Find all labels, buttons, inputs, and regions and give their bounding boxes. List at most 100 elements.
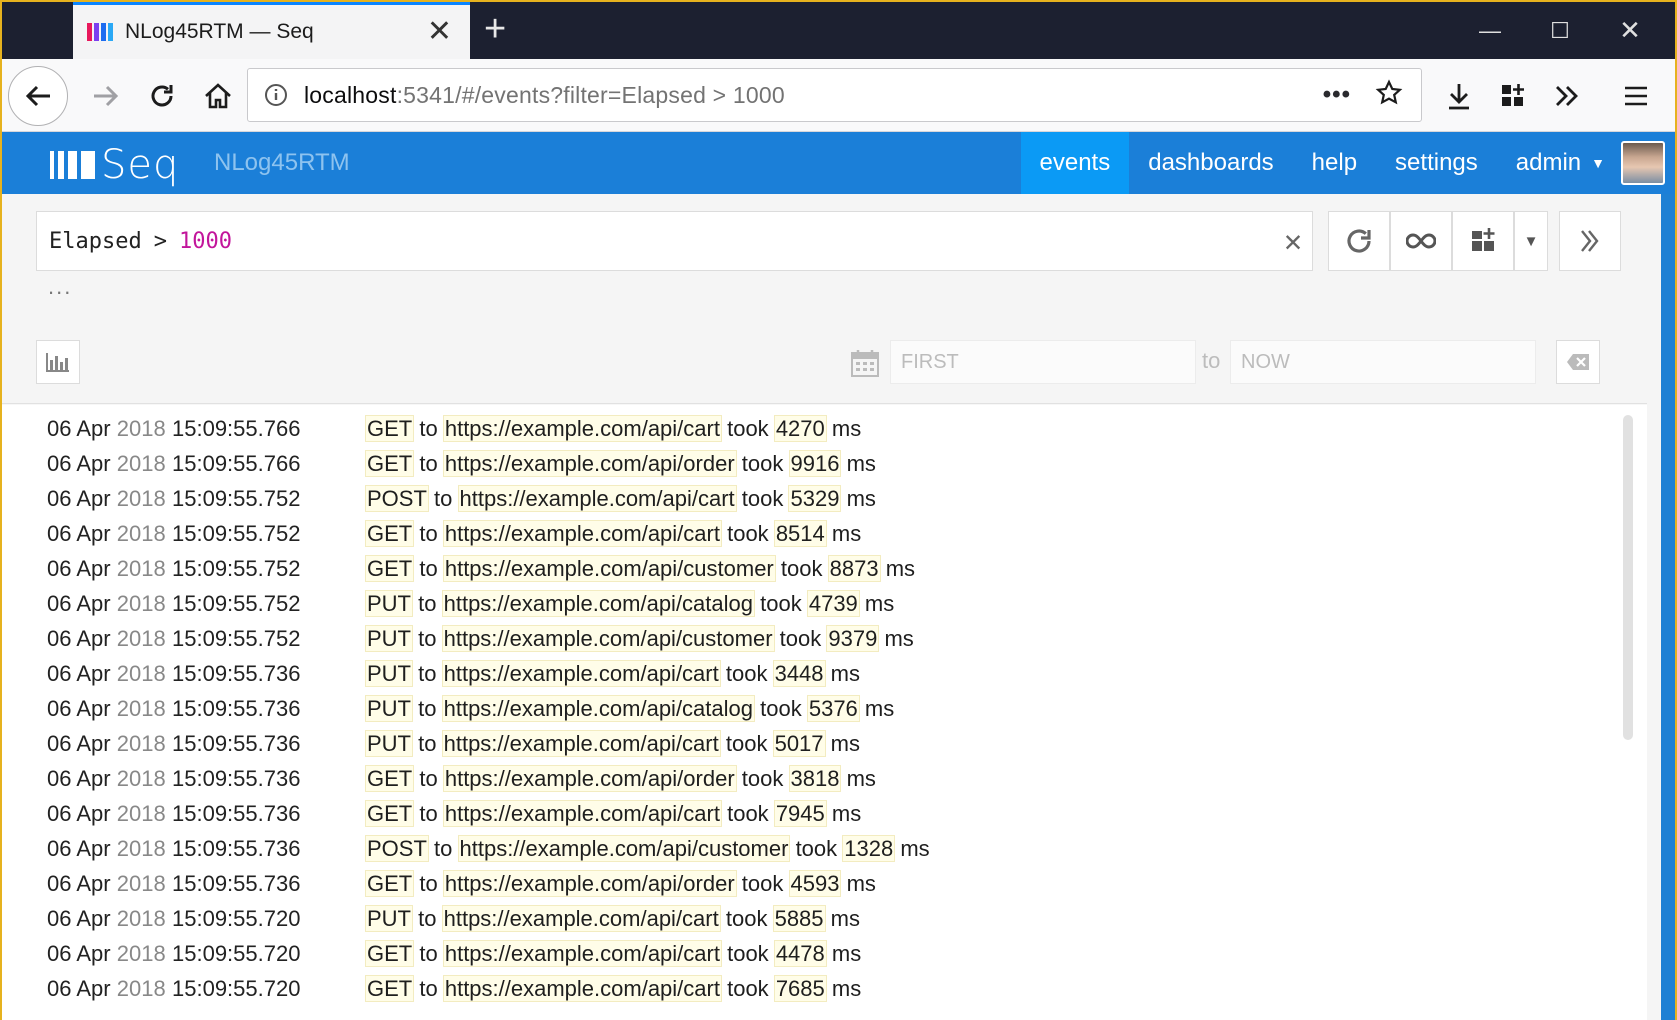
range-from-input[interactable]: FIRST bbox=[890, 340, 1196, 384]
reload-button[interactable] bbox=[134, 59, 190, 132]
nav-events[interactable]: events bbox=[1020, 132, 1130, 194]
nav-help[interactable]: help bbox=[1293, 132, 1376, 194]
event-elapsed[interactable]: 3818 bbox=[788, 764, 842, 792]
calendar-icon[interactable] bbox=[850, 348, 880, 383]
event-row[interactable]: 06 Apr 2018 15:09:55.720 PUT to https://ex… bbox=[2, 901, 1622, 936]
event-url[interactable]: https://example.com/api/customer bbox=[442, 554, 776, 582]
event-method[interactable]: PUT bbox=[365, 589, 413, 617]
event-url[interactable]: https://example.com/api/cart bbox=[442, 939, 722, 967]
event-elapsed[interactable]: 4478 bbox=[773, 939, 827, 967]
event-method[interactable]: GET bbox=[364, 869, 415, 897]
filter-input[interactable]: Elapsed > 1000 ✕ bbox=[36, 211, 1313, 271]
more-filters[interactable]: ... bbox=[48, 274, 72, 300]
event-url[interactable]: https://example.com/api/order bbox=[442, 449, 737, 477]
event-url[interactable]: https://example.com/api/cart bbox=[442, 974, 722, 1002]
event-method[interactable]: GET bbox=[364, 554, 415, 582]
event-method[interactable]: POST bbox=[365, 484, 429, 512]
event-row[interactable]: 06 Apr 2018 15:09:55.736 GET to https://ex… bbox=[2, 866, 1622, 901]
url-text[interactable]: localhost:5341/#/events?filter=Elapsed >… bbox=[304, 82, 1323, 109]
back-button[interactable] bbox=[8, 66, 68, 126]
event-elapsed[interactable]: 4270 bbox=[773, 414, 827, 442]
event-row[interactable]: 06 Apr 2018 15:09:55.752 POST to https://e… bbox=[2, 481, 1622, 516]
event-elapsed[interactable]: 9379 bbox=[826, 624, 880, 652]
event-url[interactable]: https://example.com/api/cart bbox=[441, 904, 721, 932]
event-row[interactable]: 06 Apr 2018 15:09:55.720 GET to https://ex… bbox=[2, 936, 1622, 971]
event-method[interactable]: GET bbox=[364, 414, 415, 442]
event-elapsed[interactable]: 8873 bbox=[827, 554, 881, 582]
refresh-button[interactable] bbox=[1328, 211, 1390, 271]
url-bar[interactable]: localhost:5341/#/events?filter=Elapsed >… bbox=[247, 68, 1422, 122]
tab-close-icon[interactable]: ✕ bbox=[427, 17, 452, 47]
home-button[interactable] bbox=[190, 59, 246, 132]
event-url[interactable]: https://example.com/api/order bbox=[442, 869, 737, 897]
event-method[interactable]: GET bbox=[364, 519, 415, 547]
new-tab-button[interactable]: + bbox=[484, 8, 506, 51]
scrollbar[interactable] bbox=[1623, 415, 1633, 740]
event-url[interactable]: https://example.com/api/cart bbox=[457, 484, 737, 512]
event-row[interactable]: 06 Apr 2018 15:09:55.736 PUT to https://ex… bbox=[2, 726, 1622, 761]
site-info-icon[interactable] bbox=[248, 83, 304, 107]
event-row[interactable]: 06 Apr 2018 15:09:55.752 GET to https://ex… bbox=[2, 551, 1622, 586]
expand-signals-button[interactable] bbox=[1559, 211, 1621, 271]
event-url[interactable]: https://example.com/api/order bbox=[442, 764, 737, 792]
event-elapsed[interactable]: 7945 bbox=[773, 799, 827, 827]
event-url[interactable]: https://example.com/api/customer bbox=[441, 624, 775, 652]
event-row[interactable]: 06 Apr 2018 15:09:55.736 GET to https://ex… bbox=[2, 761, 1622, 796]
clear-filter-icon[interactable]: ✕ bbox=[1284, 224, 1302, 259]
event-row[interactable]: 06 Apr 2018 15:09:55.736 PUT to https://ex… bbox=[2, 656, 1622, 691]
seq-logo[interactable]: Seq bbox=[50, 142, 179, 188]
event-row[interactable]: 06 Apr 2018 15:09:55.766 GET to https://ex… bbox=[2, 411, 1622, 446]
event-method[interactable]: GET bbox=[364, 449, 415, 477]
extensions-button[interactable] bbox=[1486, 59, 1540, 132]
histogram-button[interactable] bbox=[36, 340, 80, 384]
event-elapsed[interactable]: 5329 bbox=[788, 484, 842, 512]
event-url[interactable]: https://example.com/api/cart bbox=[442, 414, 722, 442]
event-method[interactable]: GET bbox=[364, 939, 415, 967]
bookmark-star-icon[interactable] bbox=[1375, 78, 1403, 112]
minimize-icon[interactable]: — bbox=[1455, 2, 1525, 59]
event-url[interactable]: https://example.com/api/cart bbox=[441, 659, 721, 687]
event-method[interactable]: GET bbox=[364, 764, 415, 792]
event-row[interactable]: 06 Apr 2018 15:09:55.736 PUT to https://ex… bbox=[2, 691, 1622, 726]
event-method[interactable]: GET bbox=[364, 974, 415, 1002]
avatar[interactable] bbox=[1621, 141, 1665, 185]
event-elapsed[interactable]: 1328 bbox=[842, 834, 896, 862]
event-url[interactable]: https://example.com/api/catalog bbox=[441, 694, 756, 722]
event-row[interactable]: 06 Apr 2018 15:09:55.752 GET to https://ex… bbox=[2, 516, 1622, 551]
event-method[interactable]: PUT bbox=[365, 659, 413, 687]
event-elapsed[interactable]: 3448 bbox=[772, 659, 826, 687]
event-row[interactable]: 06 Apr 2018 15:09:55.720 GET to https://ex… bbox=[2, 971, 1622, 1006]
event-elapsed[interactable]: 4739 bbox=[806, 589, 860, 617]
event-method[interactable]: GET bbox=[364, 799, 415, 827]
forward-button[interactable] bbox=[78, 59, 134, 132]
event-elapsed[interactable]: 8514 bbox=[773, 519, 827, 547]
tail-button[interactable] bbox=[1390, 211, 1452, 271]
window-close-icon[interactable]: ✕ bbox=[1595, 2, 1665, 59]
event-url[interactable]: https://example.com/api/cart bbox=[442, 799, 722, 827]
overflow-button[interactable] bbox=[1540, 59, 1594, 132]
event-url[interactable]: https://example.com/api/customer bbox=[457, 834, 791, 862]
nav-dashboards[interactable]: dashboards bbox=[1129, 132, 1292, 194]
page-actions-icon[interactable]: ••• bbox=[1323, 81, 1351, 109]
maximize-icon[interactable]: ☐ bbox=[1525, 2, 1595, 59]
browser-tab[interactable]: NLog45RTM — Seq ✕ bbox=[73, 2, 470, 59]
event-url[interactable]: https://example.com/api/cart bbox=[442, 519, 722, 547]
event-row[interactable]: 06 Apr 2018 15:09:55.752 PUT to https://ex… bbox=[2, 586, 1622, 621]
nav-settings[interactable]: settings bbox=[1376, 132, 1497, 194]
event-method[interactable]: PUT bbox=[365, 694, 413, 722]
clear-range-button[interactable] bbox=[1556, 340, 1600, 384]
event-elapsed[interactable]: 5376 bbox=[806, 694, 860, 722]
event-method[interactable]: PUT bbox=[365, 729, 413, 757]
event-method[interactable]: POST bbox=[365, 834, 429, 862]
event-elapsed[interactable]: 7685 bbox=[773, 974, 827, 1002]
event-url[interactable]: https://example.com/api/cart bbox=[441, 729, 721, 757]
dashboard-dropdown-caret-icon[interactable]: ▼ bbox=[1514, 211, 1548, 271]
event-row[interactable]: 06 Apr 2018 15:09:55.766 GET to https://ex… bbox=[2, 446, 1622, 481]
nav-admin[interactable]: admin ▼ bbox=[1497, 132, 1611, 194]
event-row[interactable]: 06 Apr 2018 15:09:55.736 POST to https://e… bbox=[2, 831, 1622, 866]
add-to-dashboard-button[interactable] bbox=[1452, 211, 1514, 271]
event-elapsed[interactable]: 5885 bbox=[772, 904, 826, 932]
event-method[interactable]: PUT bbox=[365, 904, 413, 932]
event-elapsed[interactable]: 5017 bbox=[772, 729, 826, 757]
event-elapsed[interactable]: 9916 bbox=[788, 449, 842, 477]
